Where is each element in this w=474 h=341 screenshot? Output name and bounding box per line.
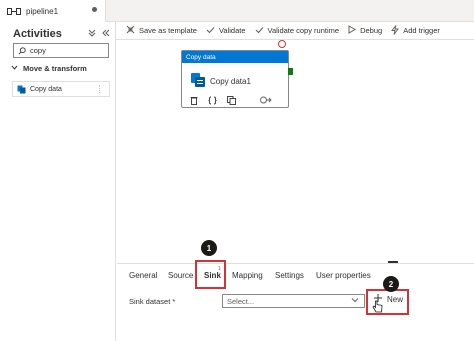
tab-strip: pipeline1 bbox=[0, 0, 474, 22]
sink-dataset-text: Sink dataset bbox=[129, 297, 171, 306]
hand-cursor-icon bbox=[372, 300, 383, 316]
activity-item-label: Copy data bbox=[30, 85, 62, 93]
validate-copy-runtime-label: Validate copy runtime bbox=[267, 26, 340, 35]
activity-header: Copy data bbox=[182, 51, 288, 63]
pipeline-toolbar: Save as template Validate Validate copy … bbox=[116, 22, 474, 40]
add-trigger-label: Add trigger bbox=[403, 26, 440, 35]
validate-button[interactable]: Validate bbox=[206, 26, 246, 36]
pipeline-canvas[interactable] bbox=[117, 41, 474, 259]
activities-controls bbox=[88, 29, 110, 39]
activity-actions bbox=[190, 96, 282, 107]
play-icon bbox=[348, 25, 357, 36]
check-icon bbox=[206, 26, 215, 36]
clone-icon[interactable] bbox=[227, 96, 236, 107]
copy-data-activity[interactable]: Copy data Copy data1 bbox=[181, 50, 289, 108]
chevron-down-icon bbox=[351, 296, 359, 306]
tab-mapping[interactable]: Mapping bbox=[232, 271, 263, 280]
save-as-template-button[interactable]: Save as template bbox=[126, 25, 197, 36]
tab-source[interactable]: Source bbox=[168, 271, 193, 280]
activity-group-move-transform[interactable]: Move & transform bbox=[11, 64, 87, 73]
save-as-template-label: Save as template bbox=[139, 26, 197, 35]
tab-settings[interactable]: Settings bbox=[275, 271, 304, 280]
output-arrow-icon[interactable] bbox=[260, 96, 272, 106]
collapse-icon[interactable] bbox=[88, 29, 96, 39]
copy-data-icon bbox=[17, 85, 26, 93]
pipeline-icon bbox=[7, 7, 21, 16]
sink-dataset-select[interactable]: Select... bbox=[222, 294, 365, 308]
callout-highlight-sink-tab bbox=[195, 260, 226, 289]
tab-user-properties[interactable]: User properties bbox=[316, 271, 371, 280]
validate-label: Validate bbox=[218, 26, 246, 35]
callout-badge-2: 2 bbox=[383, 276, 399, 292]
add-trigger-button[interactable]: Add trigger bbox=[391, 24, 440, 37]
select-placeholder: Select... bbox=[227, 296, 255, 306]
debug-button[interactable]: Debug bbox=[348, 25, 382, 36]
drag-handle-icon[interactable] bbox=[99, 85, 106, 93]
skip-handle-icon[interactable] bbox=[278, 40, 286, 48]
activity-name: Copy data1 bbox=[210, 77, 251, 86]
activities-search-input[interactable]: copy bbox=[13, 43, 109, 58]
validate-copy-runtime-button[interactable]: Validate copy runtime bbox=[255, 26, 340, 36]
double-chevron-left-icon[interactable] bbox=[102, 29, 110, 39]
tab-pipeline1[interactable]: pipeline1 bbox=[0, 0, 106, 22]
search-icon bbox=[18, 46, 26, 55]
tab-title: pipeline1 bbox=[26, 6, 59, 16]
code-icon[interactable] bbox=[208, 96, 217, 107]
copy-data-icon bbox=[190, 72, 206, 90]
callout-badge-1: 1 bbox=[201, 240, 217, 256]
activity-item-copy-data[interactable]: Copy data bbox=[12, 81, 110, 97]
success-output-handle[interactable] bbox=[288, 68, 293, 75]
debug-label: Debug bbox=[360, 26, 383, 35]
chevron-down-icon bbox=[11, 64, 18, 73]
search-value: copy bbox=[30, 46, 46, 55]
template-icon bbox=[126, 25, 135, 36]
tab-general[interactable]: General bbox=[129, 271, 157, 280]
required-mark: * bbox=[172, 297, 176, 306]
check-icon bbox=[255, 26, 264, 36]
sink-dataset-label: Sink dataset * bbox=[129, 297, 175, 306]
group-label: Move & transform bbox=[23, 64, 87, 73]
activities-title: Activities bbox=[13, 28, 62, 40]
lightning-icon bbox=[391, 24, 400, 37]
unsaved-dot-icon bbox=[92, 7, 97, 12]
delete-icon[interactable] bbox=[190, 96, 198, 107]
